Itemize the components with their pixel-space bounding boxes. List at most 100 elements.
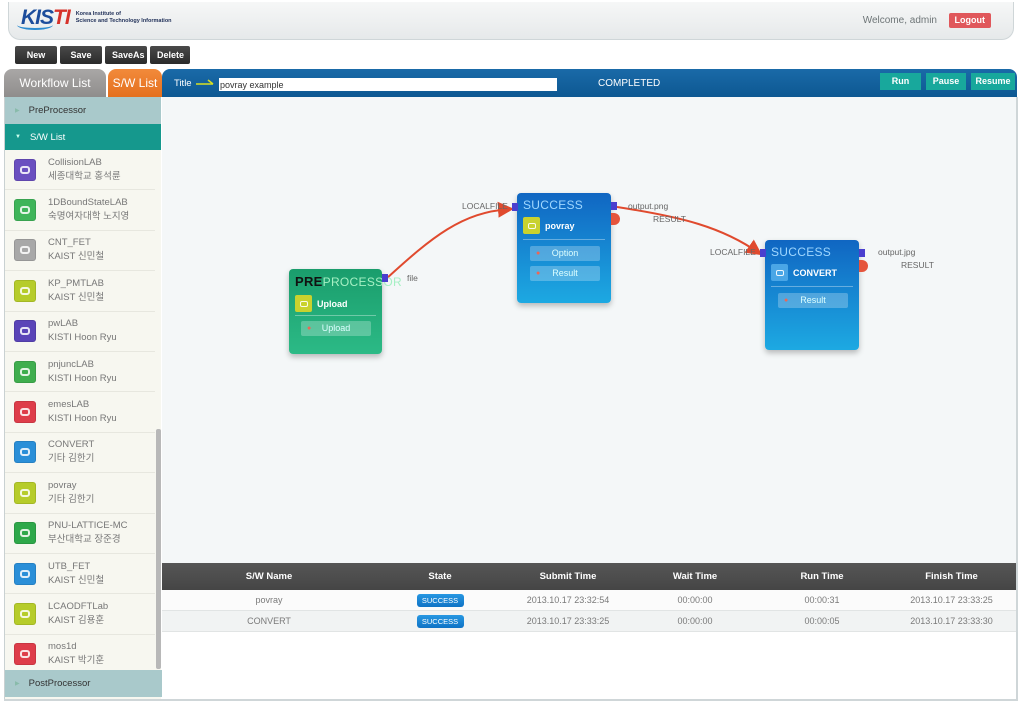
kisti-logo[interactable]: KISTI Korea Institute of Science and Tec… (17, 6, 172, 30)
node-item-option[interactable]: ● Option (530, 246, 600, 261)
resume-button[interactable]: Resume (971, 73, 1015, 90)
delete-button[interactable]: Delete (150, 46, 190, 64)
save-as-button[interactable]: SaveAs (105, 46, 147, 64)
column-header-run-time: Run Time (800, 571, 844, 582)
node-divider (771, 286, 853, 287)
section-label: S/W List (29, 131, 66, 143)
bullet-icon: ● (784, 297, 789, 304)
sw-list-item[interactable]: KP_PMTLAB KAIST 신민철 (5, 271, 155, 312)
node-item-upload[interactable]: ● Upload (301, 321, 371, 336)
port-in-povray[interactable] (512, 203, 518, 211)
port-out-upload[interactable] (382, 274, 388, 282)
column-header-finish-time: Finish Time (925, 571, 978, 582)
app-icon (14, 481, 36, 504)
sw-name: LCAODFTLab (48, 600, 109, 612)
node-item-label: Result (800, 295, 826, 305)
node-convert[interactable]: SUCCESS CONVERT ● Result (765, 240, 859, 350)
port-label-result: RESULT (653, 214, 686, 224)
sidebar: ▶ PreProcessor ▼ S/W List CollisionLAB 세종… (4, 97, 162, 700)
app-icon (14, 158, 36, 181)
sw-owner: KISTI Hoon Ryu (48, 413, 117, 425)
section-sw-list[interactable]: ▼ S/W List (5, 124, 161, 150)
node-state: SUCCESS (771, 245, 832, 259)
sw-item-text: CollisionLAB 세종대학교 홍석륜 (48, 156, 121, 184)
sw-list-item[interactable]: pwLAB KISTI Hoon Ryu (5, 312, 155, 352)
sw-owner: 세종대학교 홍석륜 (48, 170, 121, 182)
node-divider (523, 239, 605, 240)
sw-list-item[interactable]: povray 기타 김한기 (5, 473, 155, 514)
node-item-result[interactable]: ● Result (778, 293, 848, 308)
app-icon (14, 320, 36, 343)
sw-list: CollisionLAB 세종대학교 홍석륜 1DBoundStateLAB 숙명여자… (5, 150, 155, 670)
table-row[interactable]: CONVERT SUCCESS 2013.10.17 23:33:25 00:0… (162, 611, 1017, 632)
sw-name: CONVERT (48, 439, 95, 451)
sw-item-text: LCAODFTLab KAIST 김용훈 (48, 600, 108, 628)
port-out-convert[interactable] (859, 249, 865, 257)
collapse-triangle-icon: ▼ (15, 134, 21, 140)
new-button[interactable]: New (15, 46, 57, 64)
node-item-result[interactable]: ● Result (530, 266, 600, 281)
node-povray[interactable]: SUCCESS povray ● Option ● Result (517, 193, 611, 303)
node-upload[interactable]: PREPROCESSOR Upload ● Upload (289, 269, 402, 354)
save-button[interactable]: Save (60, 46, 102, 64)
section-label: PostProcessor (28, 678, 91, 689)
logout-button[interactable]: Logout (948, 13, 991, 28)
app-icon (14, 239, 36, 262)
sw-list-item[interactable]: UTB_FET KAIST 신민철 (5, 554, 155, 595)
sw-item-text: emesLAB KISTI Hoon Ryu (48, 398, 117, 426)
run-controls: Run Pause Resume (880, 73, 1015, 90)
section-postprocessor[interactable]: ▶ PostProcessor (5, 670, 162, 697)
app-icon (14, 522, 36, 545)
port-label-localfile: LOCALFILE (462, 201, 508, 211)
section-label: PreProcessor (28, 105, 87, 116)
link-upload-to-povray[interactable] (385, 201, 514, 280)
sw-item-text: 1DBoundStateLAB 숙명여자대학 노지영 (48, 196, 129, 224)
sw-name: emesLAB (48, 399, 90, 411)
sw-list-item[interactable]: CONVERT 기타 김한기 (5, 433, 155, 474)
sw-list-item[interactable]: emesLAB KISTI Hoon Ryu (5, 392, 155, 433)
section-preprocessor[interactable]: ▶ PreProcessor (5, 97, 161, 124)
sw-list-item[interactable]: PNU-LATTICE-MC 부산대학교 장준경 (5, 514, 155, 554)
cell-sw-name: povray (255, 595, 283, 605)
tab-sw-list[interactable]: S/W List (108, 69, 162, 97)
bullet-icon: ● (307, 325, 312, 332)
pause-button[interactable]: Pause (926, 73, 966, 90)
run-button[interactable]: Run (880, 73, 921, 90)
sidebar-scrollbar[interactable] (156, 429, 161, 669)
node-name: Upload (317, 298, 348, 309)
port-out-povray[interactable] (611, 202, 617, 210)
app-icon (523, 217, 540, 234)
sw-list-item[interactable]: 1DBoundStateLAB 숙명여자대학 노지영 (5, 190, 155, 231)
table-row[interactable]: povray SUCCESS 2013.10.17 23:32:54 00:00… (162, 590, 1017, 611)
sw-item-text: KP_PMTLAB KAIST 신민철 (48, 277, 104, 305)
node-type-prefix: PRE (295, 274, 323, 289)
node-divider (295, 315, 376, 316)
sw-item-text: PNU-LATTICE-MC 부산대학교 장준경 (48, 519, 128, 547)
job-status-table: S/W Name State Submit Time Wait Time Run… (162, 563, 1017, 632)
sw-owner: 기타 김한기 (48, 453, 95, 465)
column-header-state: State (428, 571, 452, 582)
workflow-canvas[interactable]: PREPROCESSOR Upload ● Upload file SUCCESS… (162, 97, 1017, 563)
tab-workflow-list[interactable]: Workflow List (4, 69, 106, 97)
cell-sw-name: CONVERT (247, 616, 291, 626)
title-label: Title (174, 78, 192, 89)
logo-text: Korea Institute of Science and Technolog… (76, 11, 172, 25)
sw-list-item[interactable]: CNT_FET KAIST 신민철 (5, 231, 155, 272)
expand-triangle-icon: ▶ (15, 108, 20, 114)
app-icon (771, 264, 788, 281)
sw-owner: 부산대학교 장준경 (48, 534, 121, 546)
app-header: KISTI Korea Institute of Science and Tec… (8, 2, 1014, 40)
sw-list-item[interactable]: mos1d KAIST 박기훈 (5, 635, 155, 670)
port-label-localfile: LOCALFILE (710, 247, 756, 257)
workflow-title-input[interactable] (219, 78, 557, 91)
sw-list-item[interactable]: pnjuncLAB KISTI Hoon Ryu (5, 352, 155, 393)
node-item-label: Result (552, 268, 578, 278)
sw-name: PNU-LATTICE-MC (48, 520, 128, 532)
sw-item-text: CNT_FET KAIST 신민철 (48, 236, 104, 264)
sw-list-item[interactable]: LCAODFTLab KAIST 김용훈 (5, 594, 155, 635)
sw-owner: 숙명여자대학 노지영 (48, 211, 130, 223)
sw-item-text: CONVERT 기타 김한기 (48, 438, 94, 466)
port-in-convert[interactable] (760, 249, 766, 257)
sw-list-item[interactable]: CollisionLAB 세종대학교 홍석륜 (5, 150, 155, 191)
logo-line-2: Science and Technology Information (75, 18, 172, 24)
